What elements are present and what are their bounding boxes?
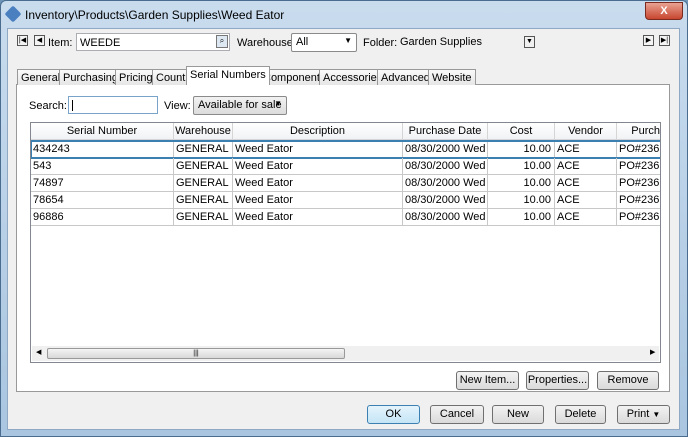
table-cell: 10.00 — [488, 192, 555, 209]
tab-pricing[interactable]: Pricing — [115, 69, 157, 85]
new-button[interactable]: New — [492, 405, 544, 424]
view-label: View: — [164, 100, 191, 112]
chevron-down-icon: ▼ — [344, 36, 352, 45]
view-select[interactable]: Available for sale ▼ — [193, 96, 287, 115]
search-icon[interactable]: ⌕ — [216, 35, 228, 48]
chevron-down-icon: ▼ — [274, 99, 282, 108]
folder-select[interactable]: Garden Supplies ▼ — [397, 33, 537, 51]
window-title: Inventory\Products\Garden Supplies\Weed … — [25, 8, 285, 22]
scroll-right-icon[interactable]: ▶ — [650, 348, 655, 356]
table-cell: 08/30/2000 Wed — [403, 209, 488, 226]
column-header-cost[interactable]: Cost — [488, 123, 555, 139]
column-header-warehouse[interactable]: Warehouse — [174, 123, 233, 139]
column-header-vendor[interactable]: Vendor — [555, 123, 617, 139]
last-record-icon[interactable]: ▶| — [659, 35, 670, 46]
properties-button[interactable]: Properties... — [526, 371, 589, 390]
table-row[interactable]: 543 GENERAL Weed Eator 08/30/2000 Wed 10.00 A… — [31, 158, 660, 175]
table-cell: Weed Eator — [233, 192, 403, 209]
item-input[interactable]: WEEDE — [76, 33, 230, 51]
table-cell: GENERAL — [174, 192, 233, 209]
column-header-purch[interactable]: Purch — [617, 123, 660, 139]
chevron-down-icon: ▼ — [524, 36, 535, 48]
close-button[interactable]: X — [645, 2, 683, 20]
app-icon — [4, 5, 22, 23]
item-label: Item: — [48, 37, 73, 49]
chevron-down-icon: ▼ — [652, 410, 661, 419]
horizontal-scrollbar[interactable]: ◀ ||| ▶ — [32, 346, 659, 361]
table-cell: GENERAL — [174, 158, 233, 175]
table-cell: ACE — [555, 192, 617, 209]
tab-purchasing[interactable]: Purchasing — [59, 69, 123, 85]
table-cell: 10.00 — [488, 175, 555, 192]
table-cell: 543 — [31, 158, 174, 175]
next-record-icon[interactable]: ▶ — [643, 35, 654, 46]
warehouse-label: Warehouse: — [237, 37, 296, 49]
table-cell: 74897 — [31, 175, 174, 192]
column-header-description[interactable]: Description — [233, 123, 403, 139]
table-row[interactable]: 74897 GENERAL Weed Eator 08/30/2000 Wed 10.0… — [31, 175, 660, 192]
table-cell: ACE — [555, 175, 617, 192]
table-cell: 10.00 — [488, 158, 555, 175]
tab-general[interactable]: General — [17, 69, 65, 85]
table-cell: 08/30/2000 Wed — [403, 192, 488, 209]
warehouse-value: All — [296, 36, 309, 48]
delete-button[interactable]: Delete — [555, 405, 606, 424]
search-label: Search: — [29, 100, 67, 112]
table-cell: ACE — [555, 209, 617, 226]
table-cell: ACE — [555, 141, 617, 158]
warehouse-select[interactable]: All ▼ — [291, 33, 357, 52]
cancel-button[interactable]: Cancel — [430, 405, 484, 424]
table-cell: ACE — [555, 158, 617, 175]
tab-serial-numbers[interactable]: Serial Numbers — [186, 66, 270, 85]
folder-label: Folder: — [363, 37, 398, 49]
table-cell: PO#236 — [617, 209, 660, 226]
folder-value: Garden Supplies — [400, 36, 482, 48]
print-button[interactable]: Print ▼ — [617, 405, 670, 424]
item-value: WEEDE — [80, 37, 121, 49]
table-row[interactable]: 78654 GENERAL Weed Eator 08/30/2000 Wed 10.0… — [31, 192, 660, 209]
table-row[interactable]: 96886 GENERAL Weed Eator 08/30/2000 Wed 10.0… — [31, 209, 660, 226]
table-cell: 08/30/2000 Wed — [403, 158, 488, 175]
grid-header: Serial Number Warehouse Description Purc… — [31, 123, 660, 140]
table-cell: PO#236 — [617, 158, 660, 175]
scroll-thumb[interactable]: ||| — [47, 348, 345, 359]
first-record-icon[interactable]: |◀ — [17, 35, 28, 46]
table-cell: 10.00 — [488, 141, 555, 158]
table-cell: 96886 — [31, 209, 174, 226]
tab-advanced[interactable]: Advanced — [377, 69, 434, 85]
table-cell: Weed Eator — [233, 141, 403, 158]
tab-website[interactable]: Website — [428, 69, 476, 85]
table-cell: PO#236 — [617, 141, 660, 158]
table-cell: 78654 — [31, 192, 174, 209]
search-input[interactable] — [68, 96, 158, 114]
table-cell: GENERAL — [174, 175, 233, 192]
scroll-left-icon[interactable]: ◀ — [36, 348, 41, 356]
text-cursor — [72, 100, 73, 111]
table-cell: 08/30/2000 Wed — [403, 175, 488, 192]
table-cell: Weed Eator — [233, 209, 403, 226]
table-cell: PO#236 — [617, 192, 660, 209]
table-cell: 10.00 — [488, 209, 555, 226]
print-label: Print — [626, 408, 650, 420]
ok-button[interactable]: OK — [367, 405, 420, 424]
table-cell: 434243 — [31, 141, 174, 158]
table-row[interactable]: 434243 GENERAL Weed Eator 08/30/2000 Wed 10.… — [31, 140, 660, 159]
tab-count[interactable]: Count — [152, 69, 190, 85]
table-cell: GENERAL — [174, 141, 233, 158]
view-value: Available for sale — [198, 99, 282, 111]
new-item-button[interactable]: New Item... — [456, 371, 519, 390]
remove-button[interactable]: Remove — [597, 371, 659, 390]
column-header-purchase-date[interactable]: Purchase Date — [403, 123, 488, 139]
prev-record-icon[interactable]: ◀ — [34, 35, 45, 46]
table-cell: PO#236 — [617, 175, 660, 192]
column-header-serial-number[interactable]: Serial Number — [31, 123, 174, 139]
table-cell: Weed Eator — [233, 175, 403, 192]
table-cell: Weed Eator — [233, 158, 403, 175]
serial-numbers-grid[interactable]: Serial Number Warehouse Description Purc… — [30, 122, 661, 363]
table-cell: GENERAL — [174, 209, 233, 226]
table-cell: 08/30/2000 Wed — [403, 141, 488, 158]
